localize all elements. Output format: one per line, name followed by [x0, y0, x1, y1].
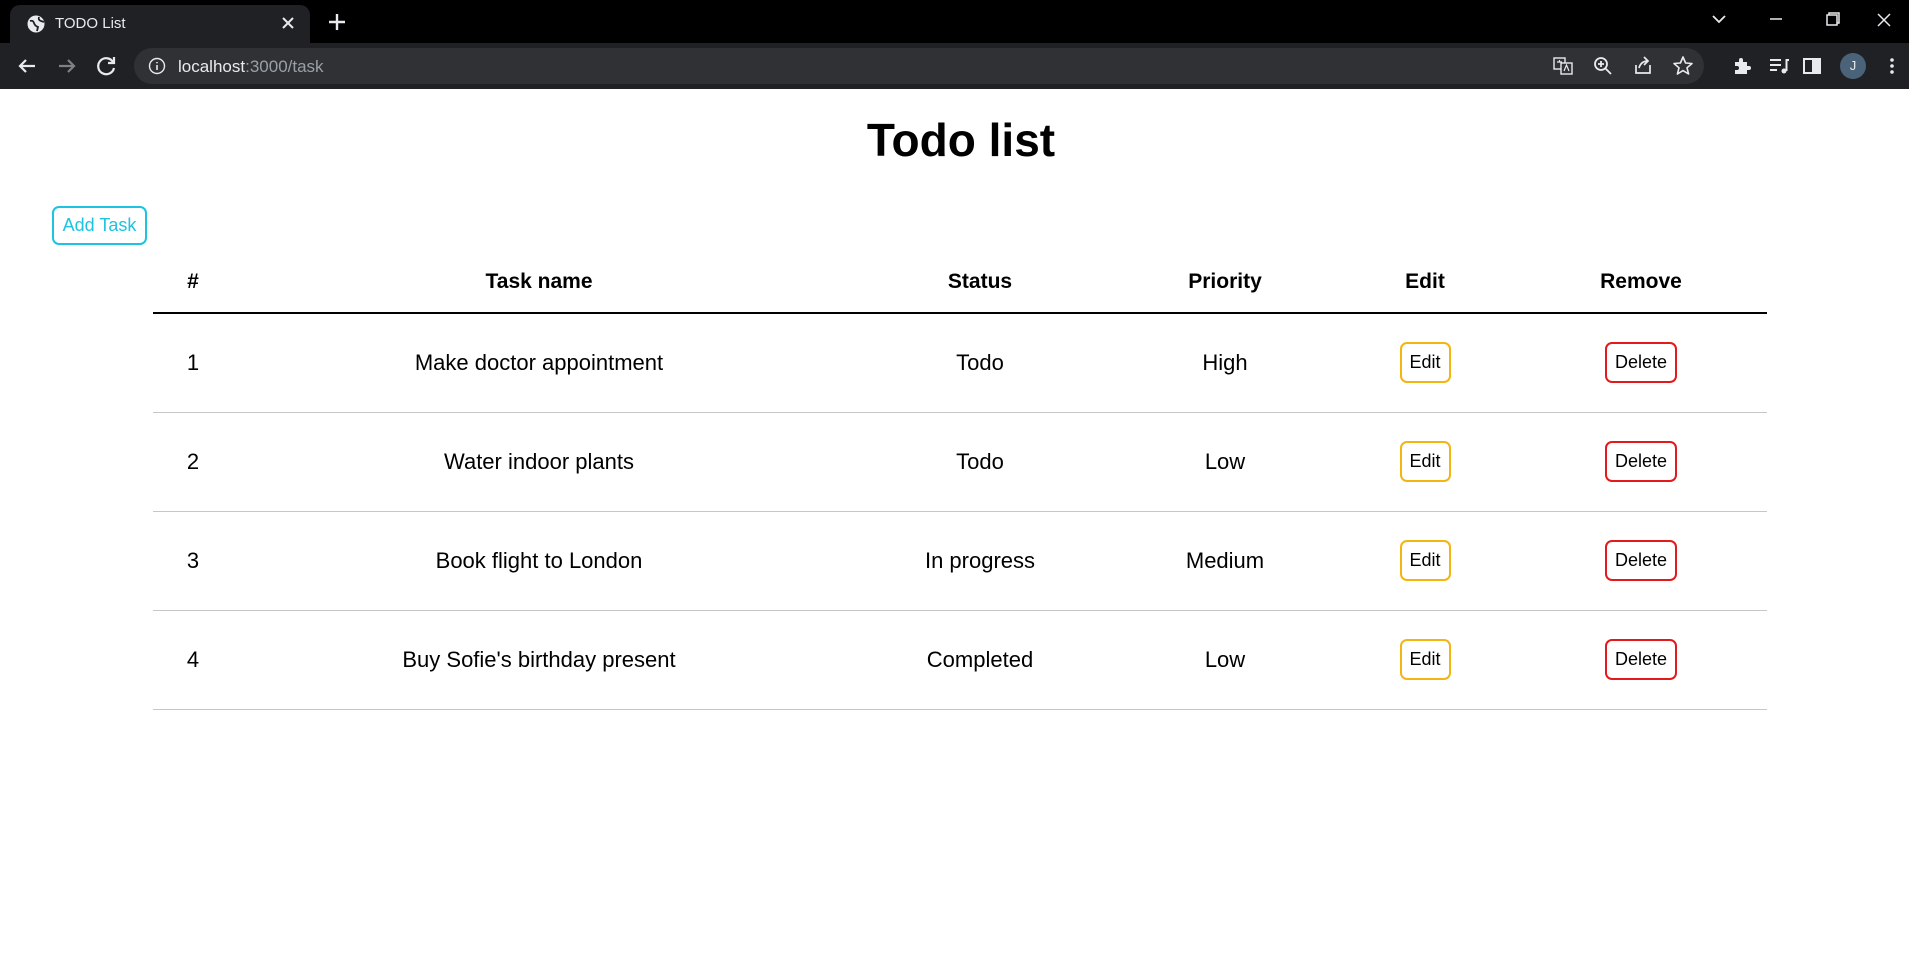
task-priority: Low	[1115, 610, 1335, 710]
edit-button[interactable]: Edit	[1399, 441, 1451, 482]
restore-icon[interactable]	[1810, 6, 1856, 34]
add-task-button[interactable]: Add Task	[52, 206, 147, 245]
url-text: localhost:3000/task	[178, 57, 324, 76]
delete-button[interactable]: Delete	[1605, 342, 1677, 384]
task-name: Water indoor plants	[233, 412, 845, 512]
reload-icon[interactable]	[93, 52, 121, 80]
task-priority: High	[1115, 313, 1335, 413]
delete-button[interactable]: Delete	[1605, 639, 1677, 680]
header-task-name: Task name	[233, 256, 845, 314]
delete-cell: Delete	[1515, 313, 1767, 413]
site-info-icon[interactable]	[148, 57, 166, 75]
table-row: 4 Buy Sofie's birthday present Completed…	[153, 610, 1767, 710]
header-remove: Remove	[1515, 256, 1767, 314]
share-icon[interactable]	[1632, 55, 1654, 77]
side-panel-icon[interactable]	[1800, 54, 1824, 78]
edit-cell: Edit	[1335, 610, 1515, 710]
task-number: 1	[153, 313, 233, 413]
task-priority: Low	[1115, 412, 1335, 512]
table-row: 2 Water indoor plants Todo Low Edit Dele…	[153, 412, 1767, 512]
edit-cell: Edit	[1335, 412, 1515, 512]
close-window-icon[interactable]	[1861, 6, 1907, 34]
tab-strip: TODO List	[0, 0, 1909, 43]
tab-search-icon[interactable]	[1696, 6, 1742, 34]
task-status: Todo	[845, 313, 1115, 413]
delete-cell: Delete	[1515, 412, 1767, 512]
edit-cell: Edit	[1335, 511, 1515, 611]
task-number: 2	[153, 412, 233, 512]
forward-icon[interactable]	[53, 52, 81, 80]
tab-title: TODO List	[55, 15, 126, 32]
task-priority: Medium	[1115, 511, 1335, 611]
task-status: Todo	[845, 412, 1115, 512]
bookmark-star-icon[interactable]	[1672, 55, 1694, 77]
task-name: Buy Sofie's birthday present	[233, 610, 845, 710]
table-row: 1 Make doctor appointment Todo High Edit…	[153, 313, 1767, 413]
delete-button[interactable]: Delete	[1605, 441, 1677, 482]
back-icon[interactable]	[13, 52, 41, 80]
browser-toolbar: localhost:3000/task J	[0, 43, 1909, 89]
translate-icon[interactable]	[1552, 55, 1574, 77]
extensions-icon[interactable]	[1730, 54, 1754, 78]
task-number: 3	[153, 511, 233, 611]
new-tab-icon[interactable]	[323, 8, 351, 36]
profile-avatar[interactable]: J	[1840, 53, 1866, 79]
zoom-icon[interactable]	[1592, 55, 1614, 77]
edit-button[interactable]: Edit	[1399, 540, 1451, 581]
header-priority: Priority	[1115, 256, 1335, 314]
task-table: # Task name Status Priority Edit Remove …	[153, 256, 1767, 710]
minimize-icon[interactable]	[1753, 6, 1799, 34]
browser-tab[interactable]: TODO List	[10, 5, 310, 43]
close-tab-icon[interactable]	[276, 11, 300, 35]
header-status: Status	[845, 256, 1115, 314]
task-name: Book flight to London	[233, 511, 845, 611]
delete-cell: Delete	[1515, 610, 1767, 710]
address-bar[interactable]: localhost:3000/task	[134, 48, 1704, 84]
task-status: In progress	[845, 511, 1115, 611]
header-number: #	[153, 256, 233, 314]
page-title: Todo list	[866, 114, 1056, 166]
task-status: Completed	[845, 610, 1115, 710]
delete-cell: Delete	[1515, 511, 1767, 611]
edit-cell: Edit	[1335, 313, 1515, 413]
delete-button[interactable]: Delete	[1605, 540, 1677, 581]
media-controls-icon[interactable]	[1767, 54, 1791, 78]
menu-kebab-icon[interactable]	[1880, 54, 1904, 78]
table-row: 3 Book flight to London In progress Medi…	[153, 511, 1767, 611]
table-header-row: # Task name Status Priority Edit Remove	[153, 256, 1767, 314]
globe-icon	[26, 14, 46, 34]
task-number: 4	[153, 610, 233, 710]
edit-button[interactable]: Edit	[1399, 342, 1451, 384]
edit-button[interactable]: Edit	[1399, 639, 1451, 680]
task-name: Make doctor appointment	[233, 313, 845, 413]
header-edit: Edit	[1335, 256, 1515, 314]
